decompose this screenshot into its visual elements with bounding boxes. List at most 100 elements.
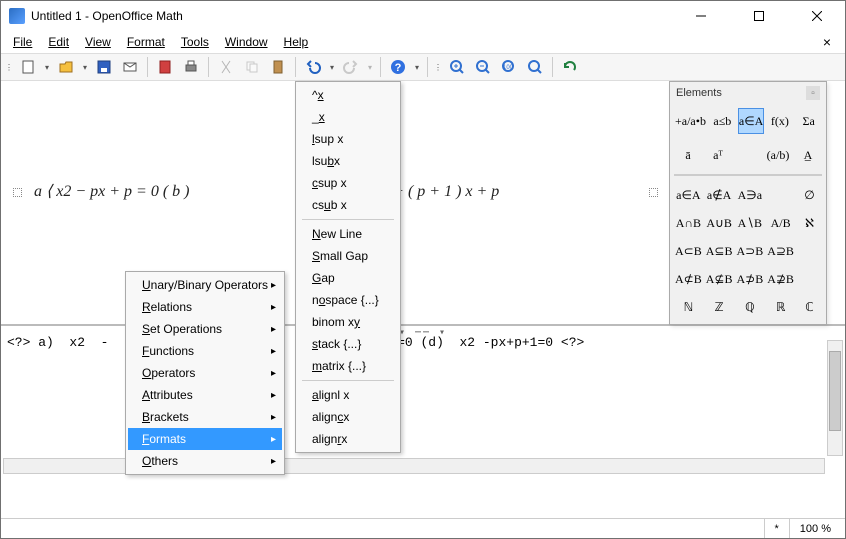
context-item[interactable]: Relations▸ — [128, 296, 282, 318]
maximize-button[interactable] — [739, 2, 779, 30]
menu-window[interactable]: Window — [219, 33, 274, 51]
submenu-item[interactable]: nospace {...} — [298, 289, 398, 311]
element-button[interactable]: A⊃B — [735, 238, 764, 264]
copy-button[interactable] — [241, 56, 263, 78]
element-button[interactable]: a∈A — [674, 182, 703, 208]
element-button[interactable]: A∪B — [705, 210, 734, 236]
element-button[interactable]: A⊉B — [766, 266, 795, 292]
formula-text-left: a ⟨ x2 − px + p = 0 ( b ) — [28, 183, 190, 200]
element-button[interactable]: A⊂B — [674, 238, 703, 264]
element-button[interactable]: A⊅B — [735, 266, 764, 292]
email-button[interactable] — [119, 56, 141, 78]
context-menu[interactable]: Unary/Binary Operators▸Relations▸Set Ope… — [125, 271, 285, 475]
submenu-item[interactable]: alignc x — [298, 406, 398, 428]
panel-close-icon[interactable]: ▫ — [806, 86, 820, 100]
context-item[interactable]: Formats▸ — [128, 428, 282, 450]
element-button[interactable]: Σa — [795, 108, 822, 134]
toolbar-overflow-icon[interactable]: ▾ — [413, 56, 421, 78]
dropdown-icon[interactable]: ▾ — [43, 56, 51, 78]
menu-view[interactable]: View — [79, 33, 117, 51]
element-button[interactable]: a∉A — [705, 182, 734, 208]
help-button[interactable]: ? — [387, 56, 409, 78]
submenu-item[interactable]: Gap — [298, 267, 398, 289]
open-button[interactable] — [55, 56, 77, 78]
menu-edit[interactable]: Edit — [42, 33, 75, 51]
element-button[interactable]: ℵ — [797, 210, 822, 236]
context-item[interactable]: Attributes▸ — [128, 384, 282, 406]
element-button[interactable]: aᵀ — [704, 142, 732, 168]
zoom-out-button[interactable] — [472, 56, 494, 78]
element-button[interactable]: ∅ — [797, 182, 822, 208]
cut-button[interactable] — [215, 56, 237, 78]
elements-panel[interactable]: Elements ▫ +a/a•ba≤ba∈Af(x)Σa āaᵀ(a/b)A̲… — [669, 81, 827, 325]
vertical-scrollbar[interactable] — [827, 340, 843, 456]
element-button[interactable]: A̲ — [794, 142, 822, 168]
element-button — [797, 266, 822, 292]
elements-header[interactable]: Elements ▫ — [670, 82, 826, 104]
element-button[interactable]: ā — [674, 142, 702, 168]
submenu-item[interactable]: Small Gap — [298, 245, 398, 267]
submenu-item[interactable]: lsub x — [298, 150, 398, 172]
context-item[interactable]: Unary/Binary Operators▸ — [128, 274, 282, 296]
pdf-button[interactable] — [154, 56, 176, 78]
zoom-in-button[interactable] — [446, 56, 468, 78]
submenu-item[interactable]: csup x — [298, 172, 398, 194]
element-button[interactable]: A⊇B — [766, 238, 795, 264]
print-button[interactable] — [180, 56, 202, 78]
context-item[interactable]: Brackets▸ — [128, 406, 282, 428]
submenu-item[interactable]: csub x — [298, 194, 398, 216]
submenu-item[interactable]: ^x — [298, 84, 398, 106]
menu-format[interactable]: Format — [121, 33, 171, 51]
zoom-100-button[interactable]: 100 — [498, 56, 520, 78]
submenu-item[interactable]: alignl x — [298, 384, 398, 406]
element-button[interactable]: (a/b) — [764, 142, 792, 168]
element-button[interactable]: ℤ — [705, 294, 734, 320]
context-item[interactable]: Operators▸ — [128, 362, 282, 384]
svg-text:?: ? — [395, 62, 402, 74]
element-button[interactable]: A∋a — [735, 182, 764, 208]
submenu-item[interactable]: New Line — [298, 223, 398, 245]
document-close-button[interactable]: × — [815, 34, 839, 50]
context-item[interactable]: Functions▸ — [128, 340, 282, 362]
submenu-item[interactable]: binom x y — [298, 311, 398, 333]
minimize-button[interactable] — [681, 2, 721, 30]
new-button[interactable] — [17, 56, 39, 78]
redo-button[interactable] — [340, 56, 362, 78]
dropdown-icon[interactable]: ▾ — [328, 56, 336, 78]
context-item[interactable]: Set Operations▸ — [128, 318, 282, 340]
element-button[interactable]: f(x) — [766, 108, 793, 134]
menu-file[interactable]: File — [7, 33, 38, 51]
element-button[interactable]: A⊄B — [674, 266, 703, 292]
element-button[interactable]: a≤b — [709, 108, 736, 134]
menu-help[interactable]: Help — [278, 33, 315, 51]
save-button[interactable] — [93, 56, 115, 78]
formats-submenu[interactable]: ^x_xlsup xlsub xcsup xcsub x New LineSmal… — [295, 81, 401, 453]
element-button[interactable]: A/B — [766, 210, 795, 236]
element-button[interactable]: ℚ — [735, 294, 764, 320]
dropdown-icon[interactable]: ▾ — [366, 56, 374, 78]
element-button[interactable]: ℝ — [766, 294, 795, 320]
zoom-fit-button[interactable] — [524, 56, 546, 78]
close-button[interactable] — [797, 2, 837, 30]
refresh-button[interactable] — [559, 56, 581, 78]
element-button[interactable]: A∖B — [735, 210, 764, 236]
element-button[interactable]: ℂ — [797, 294, 822, 320]
submenu-item[interactable]: _x — [298, 106, 398, 128]
paste-button[interactable] — [267, 56, 289, 78]
undo-button[interactable] — [302, 56, 324, 78]
context-item[interactable]: Others▸ — [128, 450, 282, 472]
element-button[interactable]: +a/a•b — [674, 108, 707, 134]
element-button[interactable]: a∈A — [738, 108, 765, 134]
submenu-item[interactable]: stack {...} — [298, 333, 398, 355]
menu-tools[interactable]: Tools — [175, 33, 215, 51]
submenu-item[interactable]: matrix {...} — [298, 355, 398, 377]
scrollbar-thumb[interactable] — [829, 351, 841, 431]
submenu-item[interactable]: lsup x — [298, 128, 398, 150]
status-zoom[interactable]: 100 % — [789, 519, 841, 538]
element-button[interactable]: A⊆B — [705, 238, 734, 264]
element-button[interactable]: A∩B — [674, 210, 703, 236]
element-button[interactable]: ℕ — [674, 294, 703, 320]
element-button[interactable]: A⊈B — [705, 266, 734, 292]
submenu-item[interactable]: alignr x — [298, 428, 398, 450]
dropdown-icon[interactable]: ▾ — [81, 56, 89, 78]
